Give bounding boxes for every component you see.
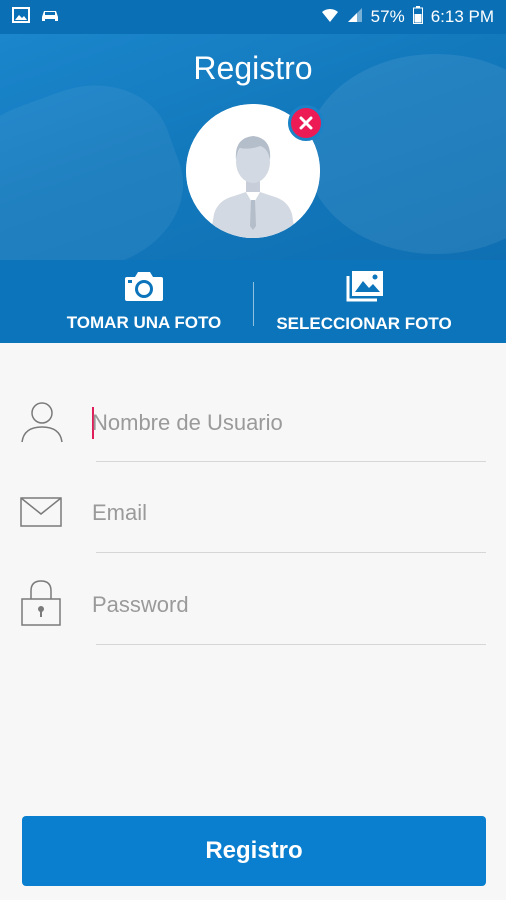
take-photo-label: TOMAR UNA FOTO [66, 312, 222, 332]
envelope-icon [20, 497, 62, 532]
status-right: 57% 6:13 PM [321, 5, 494, 29]
page-title: Registro [193, 50, 313, 86]
lock-icon [20, 579, 62, 632]
remove-photo-button[interactable] [288, 105, 324, 141]
email-underline [96, 552, 486, 553]
select-photo-label: SELECCIONAR FOTO [276, 313, 452, 333]
status-bar: 57% 6:13 PM [0, 0, 506, 34]
select-photo-button[interactable]: SELECCIONAR FOTO [262, 260, 466, 343]
registration-screen: 57% 6:13 PM Registro TOMAR UNA FOTO SELE… [0, 0, 506, 900]
username-underline [96, 461, 486, 462]
user-icon [20, 399, 64, 448]
close-icon [299, 116, 313, 130]
register-button[interactable]: Registro [22, 816, 486, 886]
email-field-row [0, 483, 506, 573]
header: Registro [0, 34, 506, 260]
wifi-icon [321, 7, 339, 28]
image-icon [12, 6, 30, 28]
email-input[interactable] [92, 493, 472, 533]
header-background-decoration [0, 61, 205, 260]
password-field-row [0, 575, 506, 665]
status-left [12, 6, 60, 28]
signal-icon [347, 7, 363, 28]
car-icon [40, 7, 60, 28]
take-photo-button[interactable]: TOMAR UNA FOTO [40, 260, 248, 343]
username-input[interactable] [92, 403, 472, 443]
gallery-icon [346, 270, 383, 301]
camera-icon [125, 271, 163, 301]
password-underline [96, 644, 486, 645]
battery-icon [412, 5, 423, 29]
battery-percent: 57% [370, 7, 405, 26]
photo-action-bar: TOMAR UNA FOTO SELECCIONAR FOTO [0, 260, 506, 343]
password-input[interactable] [92, 585, 472, 625]
username-field-row [0, 391, 506, 481]
action-divider [253, 282, 254, 326]
clock: 6:13 PM [430, 7, 494, 26]
